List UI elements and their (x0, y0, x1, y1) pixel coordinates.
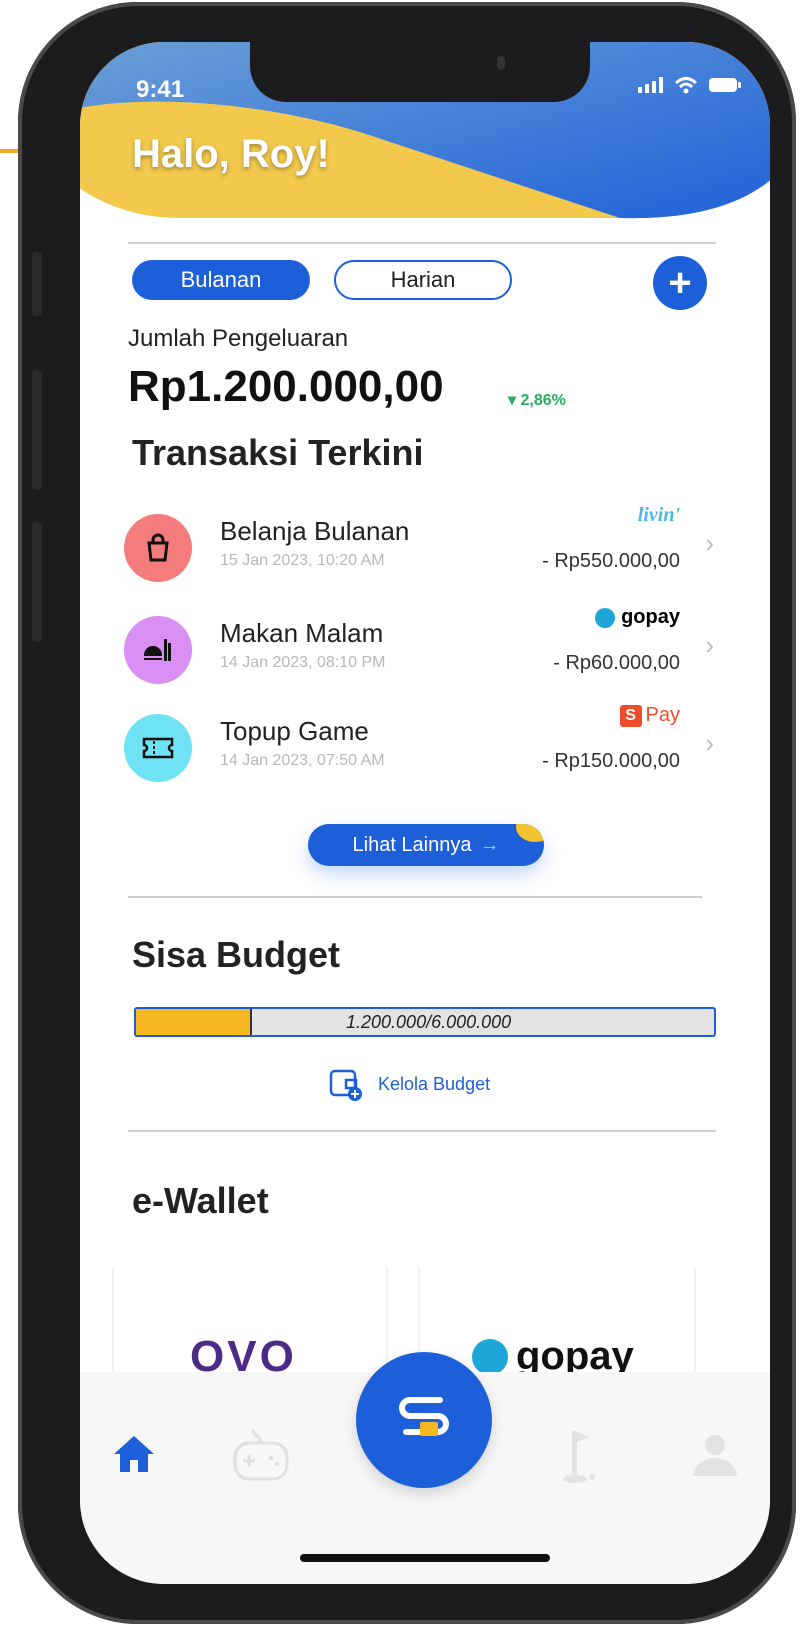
button-accent (516, 824, 544, 842)
divider (128, 896, 702, 898)
see-more-label: Lihat Lainnya (352, 833, 472, 856)
spending-amount: Rp1.200.000,00 (128, 362, 444, 411)
camera (497, 56, 505, 70)
status-time: 9:41 (136, 76, 185, 103)
golf-flag-icon (563, 1431, 595, 1483)
divider (128, 242, 716, 244)
shopeepay-icon: S (619, 704, 642, 727)
gopay-logo: gopay (595, 606, 680, 629)
plus-icon: + (668, 261, 692, 305)
shopping-bag-icon (124, 514, 192, 582)
transaction-amount: - Rp60.000,00 (553, 652, 680, 674)
transaction-amount: - Rp550.000,00 (542, 550, 680, 572)
tab-harian[interactable]: Harian (334, 260, 512, 300)
nav-goals[interactable] (550, 1420, 620, 1490)
signal-icon (638, 77, 663, 93)
transaction-amount: - Rp150.000,00 (542, 750, 680, 772)
home-indicator (300, 1554, 550, 1562)
transaction-date: 14 Jan 2023, 07:50 AM (220, 752, 385, 769)
wallet-add-icon (329, 1069, 362, 1101)
shopeepay-label: Pay (645, 704, 680, 726)
spending-change: ▾ 2,86% (508, 392, 566, 409)
profile-icon (693, 1435, 737, 1476)
gopay-icon (595, 607, 616, 628)
transaction-date: 15 Jan 2023, 10:20 AM (220, 552, 385, 569)
wallet-logo-icon (399, 1397, 449, 1436)
notch (250, 42, 590, 102)
budget-progress-bar: 1.200.000/6.000.000 (134, 1007, 716, 1037)
volume-up-button (32, 370, 42, 490)
ticket-icon (124, 714, 192, 782)
transaction-date: 14 Jan 2023, 08:10 PM (220, 654, 386, 671)
livin-logo: livin' (637, 504, 680, 526)
transaction-row[interactable]: Topup Game 14 Jan 2023, 07:50 AM S Pay -… (124, 704, 724, 790)
volume-down-button (32, 522, 42, 642)
budget-progress-text: 1.200.000/6.000.000 (346, 1012, 512, 1032)
budget-title: Sisa Budget (132, 934, 341, 975)
mute-switch (32, 252, 42, 316)
budget-progress-fill (136, 1009, 252, 1035)
shopeepay-logo: S Pay (619, 704, 680, 727)
chevron-right-icon: › (705, 630, 714, 660)
transaction-row[interactable]: Makan Malam 14 Jan 2023, 08:10 PM gopay … (124, 606, 724, 692)
ewallet-title: e-Wallet (132, 1180, 269, 1221)
gopay-label: gopay (621, 606, 680, 628)
chevron-right-icon: › (705, 528, 714, 558)
battery-icon (709, 78, 741, 92)
nav-profile[interactable] (680, 1420, 750, 1490)
game-controller-icon (233, 1428, 289, 1481)
transactions-title: Transaksi Terkini (132, 432, 424, 473)
manage-budget-button[interactable]: Kelola Budget (328, 1066, 490, 1102)
chevron-right-icon: › (705, 728, 714, 758)
food-icon (124, 616, 192, 684)
gopay-icon (472, 1338, 508, 1375)
nav-games[interactable] (226, 1420, 296, 1490)
greeting: Halo, Roy! (132, 132, 330, 176)
main-action-button[interactable] (356, 1352, 492, 1488)
arrow-right-icon: → (479, 833, 500, 856)
divider (128, 1130, 716, 1132)
nav-home[interactable] (104, 1424, 164, 1484)
status-icons (638, 76, 742, 94)
tab-bulanan[interactable]: Bulanan (132, 260, 310, 300)
app-screen: 9:41 Halo, Roy! Bulanan Harian + Jumlah … (80, 42, 770, 1584)
transaction-name: Belanja Bulanan (220, 516, 410, 546)
spending-label: Jumlah Pengeluaran (128, 325, 349, 352)
stage: 9:41 Halo, Roy! Bulanan Harian + Jumlah … (0, 0, 800, 1627)
transaction-row[interactable]: Belanja Bulanan 15 Jan 2023, 10:20 AM li… (124, 504, 724, 590)
manage-budget-label: Kelola Budget (378, 1073, 491, 1094)
transaction-name: Topup Game (220, 716, 369, 746)
wifi-icon (674, 77, 698, 94)
add-transaction-button[interactable]: + (653, 256, 707, 310)
see-more-button[interactable]: Lihat Lainnya → (308, 824, 544, 866)
phone-frame: 9:41 Halo, Roy! Bulanan Harian + Jumlah … (18, 2, 796, 1624)
transaction-name: Makan Malam (220, 618, 384, 648)
home-icon (114, 1436, 154, 1472)
